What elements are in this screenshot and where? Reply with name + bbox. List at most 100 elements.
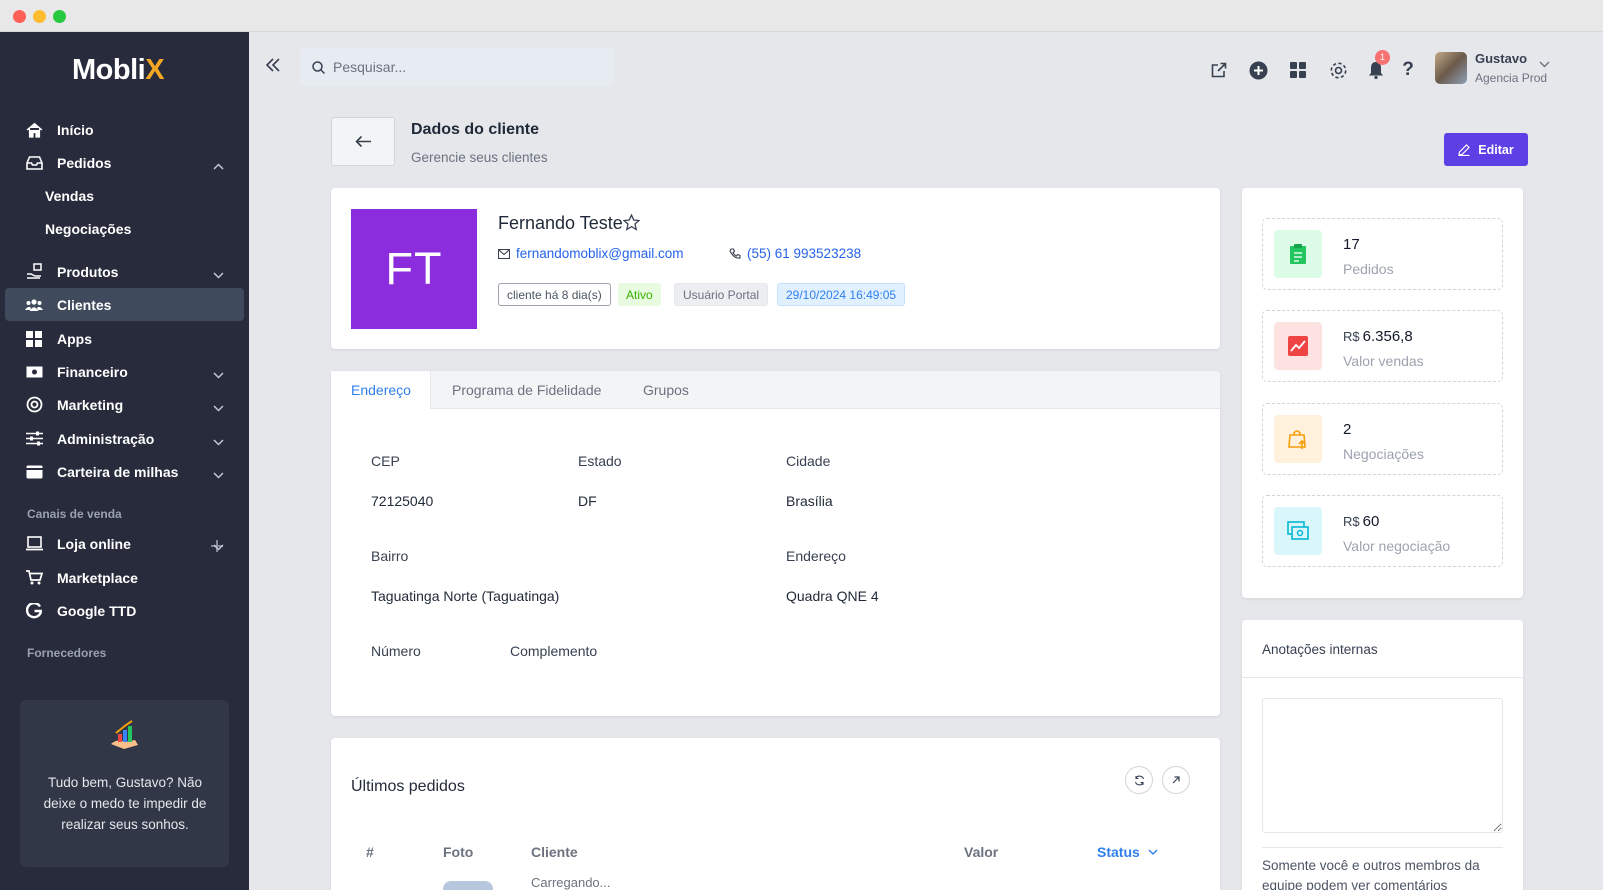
user-menu-chevron-icon[interactable]: [1539, 55, 1550, 73]
chevron-down-icon: [1148, 849, 1158, 855]
home-icon: [25, 121, 43, 139]
cep-label: CEP: [371, 453, 400, 469]
cart-icon: [25, 569, 43, 587]
sidebar-item-label: Loja online: [57, 535, 131, 552]
question-icon: ?: [1402, 59, 1414, 80]
users-icon: [25, 296, 43, 314]
address-card: Endereço Programa de Fidelidade Grupos C…: [331, 371, 1220, 716]
endereco-label: Endereço: [786, 548, 846, 564]
sidebar-item-apps[interactable]: Apps: [5, 322, 244, 355]
pencil-icon: [1458, 143, 1471, 156]
stat-valor-vendas: R$ 6.356,8 Valor vendas: [1262, 310, 1503, 382]
window-titlebar: [0, 0, 1603, 32]
growth-hand-icon: [108, 718, 142, 757]
sidebar-item-label: Início: [57, 121, 94, 138]
sidebar-item-administracao[interactable]: Administração: [5, 422, 244, 455]
sliders-icon: [25, 430, 43, 448]
sidebar-item-label: Administração: [57, 430, 155, 447]
cidade-value: Brasília: [786, 493, 833, 509]
sidebar-item-carteira-de-milhas[interactable]: Carteira de milhas: [5, 455, 244, 488]
clipboard-icon: [1274, 230, 1322, 278]
back-button[interactable]: [331, 117, 395, 166]
chevron-up-icon: [213, 157, 224, 173]
sidebar-item-label: Produtos: [57, 263, 119, 280]
tab-grupos[interactable]: Grupos: [643, 371, 689, 409]
stats-card: 17 Pedidos R$ 6.356,8 Valor vendas 2 Nego…: [1242, 188, 1523, 598]
order-photo-thumbnail: [443, 881, 493, 890]
sidebar-subitem-negociacoes[interactable]: Negociações: [45, 221, 131, 237]
apps-button[interactable]: [1288, 60, 1308, 80]
target-icon: [25, 396, 43, 414]
search-bar[interactable]: [300, 48, 614, 86]
close-window-button[interactable]: [13, 10, 26, 23]
stat-value: R$ 6.356,8: [1343, 328, 1413, 345]
chevron-down-icon: [213, 266, 224, 282]
user-avatar[interactable]: [1435, 52, 1467, 84]
column-header-status[interactable]: Status: [1097, 844, 1158, 860]
client-email-link[interactable]: fernandomoblix@gmail.com: [498, 246, 684, 261]
chevron-down-icon: [213, 399, 224, 415]
gear-icon: [1330, 62, 1346, 78]
sidebar-item-label: Marketplace: [57, 569, 138, 586]
endereco-value: Quadra QNE 4: [786, 588, 879, 604]
internal-notes-textarea[interactable]: [1262, 698, 1503, 833]
sidebar-item-marketing[interactable]: Marketing: [5, 388, 244, 421]
favorite-star-icon[interactable]: [622, 213, 641, 236]
page-subtitle: Gerencie seus clientes: [411, 150, 548, 165]
phone-icon: [729, 247, 741, 259]
open-orders-button[interactable]: [1162, 766, 1190, 794]
loading-text: Carregando...: [531, 875, 611, 890]
apps-grid-icon: [25, 330, 43, 348]
latest-orders-card: Últimos pedidos # Foto Cliente Valor Sta…: [331, 738, 1220, 890]
add-button[interactable]: [1248, 60, 1268, 80]
sidebar-item-pedidos[interactable]: Pedidos: [5, 146, 244, 179]
mail-icon: [498, 248, 510, 259]
search-input[interactable]: [333, 59, 593, 75]
sidebar-item-label: Financeiro: [57, 363, 128, 380]
user-name[interactable]: Gustavo: [1475, 51, 1527, 66]
sidebar-item-financeiro[interactable]: Financeiro: [5, 355, 244, 388]
sidebar-item-clientes[interactable]: Clientes: [5, 288, 244, 321]
sidebar-item-produtos[interactable]: Produtos: [5, 255, 244, 288]
stat-value: R$ 60: [1343, 513, 1380, 530]
maximize-window-button[interactable]: [53, 10, 66, 23]
sidebar-item-label: Carteira de milhas: [57, 463, 179, 480]
sidebar-item-google-ttd[interactable]: Google TTD: [5, 594, 244, 627]
settings-button[interactable]: [1328, 60, 1348, 80]
cep-value: 72125040: [371, 493, 434, 509]
internal-notes-card: Anotações internas Somente você e outros…: [1242, 620, 1523, 890]
cidade-label: Cidade: [786, 453, 831, 469]
chevron-down-icon: [213, 466, 224, 482]
chevron-down-icon: [213, 538, 224, 554]
tab-endereco[interactable]: Endereço: [331, 371, 431, 409]
latest-orders-title: Últimos pedidos: [351, 778, 465, 795]
external-link-button[interactable]: [1209, 60, 1229, 80]
plus-circle-icon: [1249, 61, 1267, 79]
search-icon: [312, 60, 325, 74]
estado-value: DF: [578, 493, 597, 509]
edit-button[interactable]: Editar: [1444, 133, 1528, 166]
stat-label: Pedidos: [1343, 261, 1394, 277]
arrow-left-icon: [354, 135, 371, 148]
sidebar-subitem-vendas[interactable]: Vendas: [45, 188, 94, 204]
collapse-sidebar-button[interactable]: [265, 57, 281, 78]
refresh-icon: [1134, 775, 1144, 785]
stat-valor-negociacao: R$ 60 Valor negociação: [1262, 495, 1503, 567]
tab-programa-de-fidelidade[interactable]: Programa de Fidelidade: [452, 371, 601, 409]
sidebar-item-loja-online[interactable]: Loja online: [5, 527, 244, 560]
bairro-label: Bairro: [371, 548, 409, 564]
sidebar-item-label: Pedidos: [57, 154, 112, 171]
stat-value: 17: [1343, 236, 1360, 253]
notes-visibility-hint: Somente você e outros membros da equipe …: [1262, 858, 1480, 890]
refresh-orders-button[interactable]: [1125, 766, 1153, 794]
suppliers-label: Fornecedores: [27, 646, 107, 660]
minimize-window-button[interactable]: [33, 10, 46, 23]
sidebar-item-inicio[interactable]: Início: [5, 113, 244, 146]
numero-label: Número: [371, 643, 421, 659]
sidebar-item-marketplace[interactable]: Marketplace: [5, 561, 244, 594]
client-phone-link[interactable]: (55) 61 993523238: [729, 246, 861, 261]
internal-notes-title: Anotações internas: [1262, 642, 1378, 657]
help-button[interactable]: ?: [1398, 59, 1418, 80]
stat-value: 2: [1343, 421, 1352, 438]
app-logo[interactable]: MobliX: [72, 54, 165, 87]
